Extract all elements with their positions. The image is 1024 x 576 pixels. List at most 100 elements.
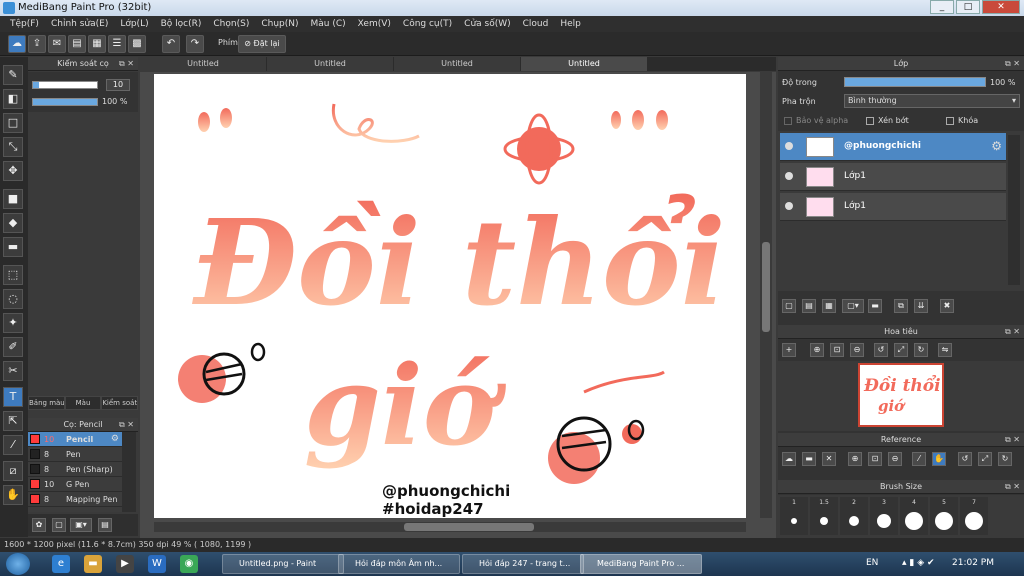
brush-size-cell[interactable]: 7 [960, 497, 988, 535]
close-icon[interactable]: ✕ [822, 452, 836, 466]
brush-size-cell[interactable]: 4 [900, 497, 928, 535]
duplicate-layer-icon[interactable]: ⧉ [894, 299, 908, 313]
merge-layer-icon[interactable]: ⇊ [914, 299, 928, 313]
task-browser-1[interactable]: Hỏi đáp môn Âm nh... [338, 554, 460, 574]
menu-file[interactable]: Tệp(F) [4, 16, 45, 32]
protect-alpha-checkbox[interactable] [784, 117, 792, 125]
zoom-out-icon[interactable]: ⊖ [850, 343, 864, 357]
select-rect-tool-icon[interactable]: ⬚ [3, 265, 23, 285]
move-tool-icon[interactable]: ✥ [3, 161, 23, 181]
canvas-vertical-scrollbar[interactable] [760, 72, 772, 518]
trash-icon[interactable]: ✖ [940, 299, 954, 313]
brush-menu-icon[interactable]: ▣▾ [70, 518, 92, 532]
bucket-tool-icon[interactable]: ◆ [3, 213, 23, 233]
panel-close-icon[interactable]: ⧉ ✕ [119, 57, 134, 71]
chat-icon[interactable]: ▤ [68, 35, 86, 53]
doc-tab[interactable]: Untitled [267, 57, 393, 71]
divide-tool-icon[interactable]: ⧄ [3, 461, 23, 481]
rotate-left-icon[interactable]: ↺ [874, 343, 888, 357]
new-halftone-layer-icon[interactable]: ▤ [802, 299, 816, 313]
comment-icon[interactable]: ✉ [48, 35, 66, 53]
grid-icon[interactable]: ▩ [128, 35, 146, 53]
brush-item-pen[interactable]: 8 Pen [28, 447, 122, 462]
panel-close-icon[interactable]: ⧉ ✕ [1005, 325, 1020, 339]
doc-tab[interactable]: Untitled [394, 57, 520, 71]
brush-new-icon[interactable]: ▢ [52, 518, 66, 532]
menu-filter[interactable]: Bộ lọc(R) [155, 16, 208, 32]
layer-row-phuongchichi[interactable]: @phuongchichi ⚙ [780, 133, 1006, 161]
rotate-left-icon[interactable]: ↺ [958, 452, 972, 466]
menu-snap[interactable]: Chụp(N) [255, 16, 304, 32]
clipping-checkbox[interactable] [866, 117, 874, 125]
redo-icon[interactable]: ↷ [186, 35, 204, 53]
folder-open-icon[interactable]: ▬ [802, 452, 816, 466]
tray-icons[interactable]: ▴ ▮ ◈ ✔ [902, 558, 935, 568]
close-button[interactable]: ✕ [982, 0, 1020, 14]
rotate-right-icon[interactable]: ↻ [914, 343, 928, 357]
layer-list-scrollbar[interactable] [1008, 135, 1020, 285]
menu-layer[interactable]: Lớp(L) [114, 16, 154, 32]
navigator-thumbnail[interactable]: Đồi thổi giớ [858, 363, 944, 427]
cloud-open-icon[interactable]: ☁ [782, 452, 796, 466]
hand-tool-icon[interactable]: ✋ [3, 485, 23, 505]
eyedropper-icon[interactable]: ⁄ [912, 452, 926, 466]
brush-item-mapping-pen[interactable]: 8 Mapping Pen [28, 492, 122, 507]
visibility-icon[interactable] [785, 142, 793, 150]
undo-icon[interactable]: ↶ [162, 35, 180, 53]
zoom-in-icon[interactable]: ⊕ [810, 343, 824, 357]
brush-size-value[interactable]: 10 [106, 79, 130, 91]
minimize-button[interactable]: _ [930, 0, 954, 14]
fit-screen-icon[interactable]: ⤢ [978, 452, 992, 466]
tab-color[interactable]: Màu [64, 396, 102, 410]
lasso-tool-icon[interactable]: ◌ [3, 289, 23, 309]
add-layer-menu-icon[interactable]: ▢▾ [842, 299, 864, 313]
reset-button[interactable]: ⊘ Đặt lại [238, 35, 286, 53]
brush-size-cell[interactable]: 1 [780, 497, 808, 535]
export-icon[interactable]: ⇪ [28, 35, 46, 53]
brush-size-cell[interactable]: 1.5 [810, 497, 838, 535]
eyedropper-tool-icon[interactable]: ⁄ [3, 435, 23, 455]
tab-brush-control[interactable]: Kiểm soát cọ [101, 396, 139, 410]
menu-tools[interactable]: Công cụ(T) [397, 16, 458, 32]
panel-close-icon[interactable]: ⧉ ✕ [119, 418, 134, 432]
layer-opacity-slider[interactable] [844, 77, 986, 87]
text-tool-icon[interactable]: T [3, 387, 23, 407]
zoom-out-icon[interactable]: ⊖ [888, 452, 902, 466]
clock[interactable]: 21:02 PM [952, 558, 994, 568]
dot-tool-icon[interactable]: □ [3, 113, 23, 133]
hand-icon[interactable]: ✋ [932, 452, 946, 466]
folder-icon[interactable]: ▬ [868, 299, 882, 313]
language-indicator[interactable]: EN [866, 558, 878, 568]
menu-edit[interactable]: Chỉnh sửa(E) [45, 16, 114, 32]
brush-item-g-pen[interactable]: 10 G Pen [28, 477, 122, 492]
document-icon[interactable]: ▦ [88, 35, 106, 53]
fill-rect-tool-icon[interactable]: ■ [3, 189, 23, 209]
task-medibang[interactable]: MediBang Paint Pro ... [580, 554, 702, 574]
doc-tab[interactable]: Untitled [140, 57, 266, 71]
list-icon[interactable]: ☰ [108, 35, 126, 53]
folder-icon[interactable]: ▬ [84, 555, 102, 573]
menu-window[interactable]: Cửa số(W) [458, 16, 516, 32]
menu-help[interactable]: Help [554, 16, 587, 32]
lock-checkbox[interactable] [946, 117, 954, 125]
brush-size-cell[interactable]: 5 [930, 497, 958, 535]
gear-icon[interactable]: ⚙ [991, 139, 1002, 153]
brush-item-pencil[interactable]: 10 Pencil ⚙ [28, 432, 122, 447]
panel-close-icon[interactable]: ⧉ ✕ [1005, 57, 1020, 71]
blend-mode-select[interactable]: Bình thường ▾ [844, 94, 1020, 108]
task-paint[interactable]: Untitled.png - Paint [222, 554, 344, 574]
brush-list-scrollbar[interactable] [122, 432, 136, 512]
visibility-icon[interactable] [785, 202, 793, 210]
menu-color[interactable]: Màu (C) [305, 16, 352, 32]
zoom-in-icon[interactable]: ⊕ [848, 452, 862, 466]
layer-row-layer1[interactable]: Lớp1 [780, 163, 1006, 191]
doc-tab-active[interactable]: Untitled [521, 57, 647, 71]
new-layer-icon[interactable]: ▢ [782, 299, 796, 313]
media-player-icon[interactable]: ▶ [116, 555, 134, 573]
tab-palette[interactable]: Bảng màu [28, 396, 65, 410]
brush-properties-icon[interactable]: ▤ [98, 518, 112, 532]
panel-close-icon[interactable]: ⧉ ✕ [1005, 480, 1020, 494]
brush-size-cell[interactable]: 3 [870, 497, 898, 535]
rotate-right-icon[interactable]: ↻ [998, 452, 1012, 466]
visibility-icon[interactable] [785, 172, 793, 180]
